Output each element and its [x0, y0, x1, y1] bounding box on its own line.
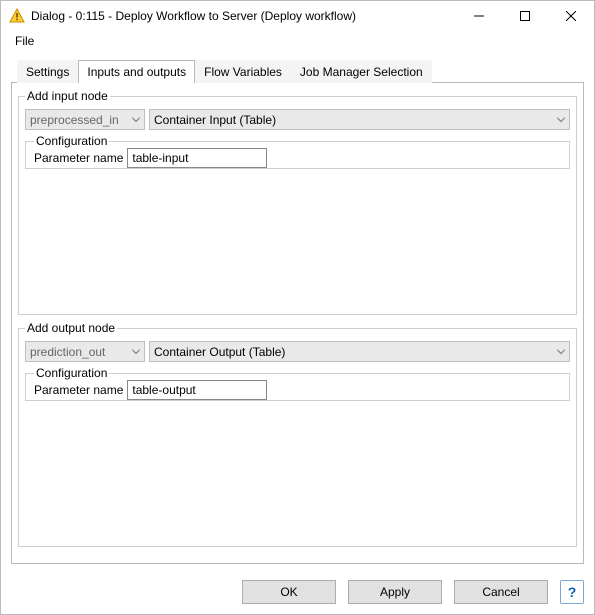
chevron-down-icon [557, 349, 565, 354]
help-icon: ? [568, 584, 577, 600]
window-title: Dialog - 0:115 - Deploy Workflow to Serv… [31, 9, 456, 23]
output-container-type-value: Container Output (Table) [154, 345, 285, 359]
chevron-down-icon [557, 117, 565, 122]
add-input-node-legend: Add input node [25, 89, 110, 103]
close-button[interactable] [548, 1, 594, 31]
output-container-type-select[interactable]: Container Output (Table) [149, 341, 570, 362]
add-input-node-group: Add input node preprocessed_in Container… [18, 89, 577, 315]
maximize-button[interactable] [502, 1, 548, 31]
output-config-legend: Configuration [34, 366, 109, 380]
button-bar: OK Apply Cancel ? [1, 570, 594, 614]
input-configuration-group: Configuration Parameter name [25, 134, 570, 169]
input-param-row: Parameter name [34, 148, 267, 168]
input-container-type-select[interactable]: Container Input (Table) [149, 109, 570, 130]
tab-job-manager[interactable]: Job Manager Selection [291, 60, 432, 83]
output-node-select-value: prediction_out [30, 345, 105, 359]
content-area: Settings Inputs and outputs Flow Variabl… [1, 51, 594, 570]
add-output-node-legend: Add output node [25, 321, 117, 335]
minimize-button[interactable] [456, 1, 502, 31]
chevron-down-icon [132, 349, 140, 354]
menu-file[interactable]: File [9, 32, 40, 50]
output-param-name-field[interactable] [127, 380, 267, 400]
input-config-legend: Configuration [34, 134, 109, 148]
chevron-down-icon [132, 117, 140, 122]
help-button[interactable]: ? [560, 580, 584, 604]
apply-button[interactable]: Apply [348, 580, 442, 604]
output-node-select[interactable]: prediction_out [25, 341, 145, 362]
ok-button[interactable]: OK [242, 580, 336, 604]
app-icon [9, 8, 25, 24]
tab-strip: Settings Inputs and outputs Flow Variabl… [17, 59, 584, 82]
dialog-window: Dialog - 0:115 - Deploy Workflow to Serv… [0, 0, 595, 615]
input-param-label: Parameter name [34, 151, 123, 165]
cancel-button[interactable]: Cancel [454, 580, 548, 604]
output-param-row: Parameter name [34, 380, 267, 400]
tab-flow-variables[interactable]: Flow Variables [195, 60, 291, 83]
add-output-node-group: Add output node prediction_out Container… [18, 321, 577, 547]
output-configuration-group: Configuration Parameter name [25, 366, 570, 401]
input-param-name-field[interactable] [127, 148, 267, 168]
output-param-label: Parameter name [34, 383, 123, 397]
output-row: prediction_out Container Output (Table) [25, 341, 570, 362]
tab-inputs-outputs[interactable]: Inputs and outputs [78, 60, 195, 83]
menubar: File [1, 31, 594, 51]
window-controls [456, 1, 594, 31]
tab-settings[interactable]: Settings [17, 60, 78, 83]
input-container-type-value: Container Input (Table) [154, 113, 276, 127]
titlebar: Dialog - 0:115 - Deploy Workflow to Serv… [1, 1, 594, 31]
tab-panel-io: Add input node preprocessed_in Container… [11, 82, 584, 564]
input-node-select-value: preprocessed_in [30, 113, 119, 127]
input-row: preprocessed_in Container Input (Table) [25, 109, 570, 130]
input-node-select[interactable]: preprocessed_in [25, 109, 145, 130]
